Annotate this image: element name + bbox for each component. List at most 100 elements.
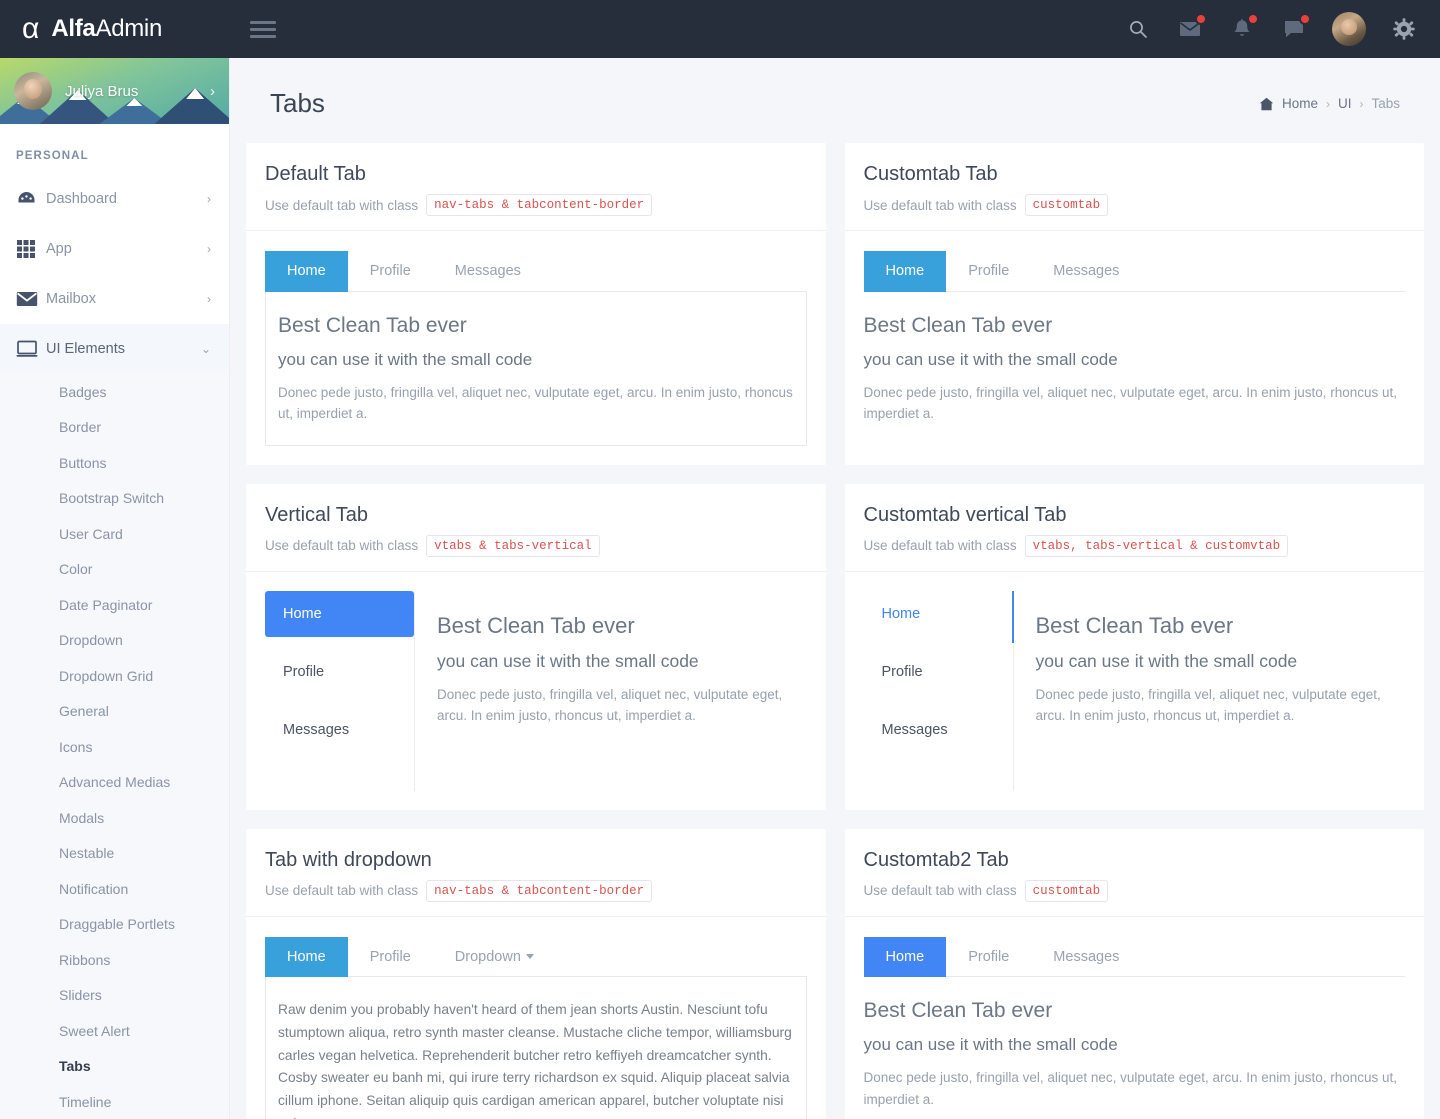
sidebar-subitem-notification[interactable]: Notification [0, 871, 229, 907]
app-root: α AlfaAdmin Juliya Brus › PERSONAL Dashb… [0, 0, 1440, 1119]
tab-dropdown[interactable]: Dropdown [433, 937, 556, 978]
tab-home[interactable]: Home [265, 251, 348, 292]
pane-subheading: you can use it with the small code [863, 1035, 1118, 1055]
tab-list: Home Profile Dropdown [265, 936, 807, 978]
tab-home[interactable]: Home [863, 251, 947, 292]
vtab-home[interactable]: Home [265, 590, 414, 637]
pane-heading: Best Clean Tab ever [278, 313, 467, 337]
sidebar-subitem-modals[interactable]: Modals [0, 800, 229, 836]
tab-pane: Best Clean Tab ever you can use it with … [864, 977, 1406, 1114]
sidebar-subitem-ribbons[interactable]: Ribbons [0, 942, 229, 978]
sidebar-subitem-user-card[interactable]: User Card [0, 516, 229, 552]
class-code-badge: customtab [1024, 194, 1109, 216]
sidebar-toggle-icon[interactable] [250, 0, 276, 58]
vtab-home[interactable]: Home [864, 591, 1013, 637]
page-title: Tabs [270, 88, 325, 118]
breadcrumb-separator: › [1359, 96, 1364, 111]
sidebar: Juliya Brus › PERSONAL Dashboard › App › [0, 58, 230, 1119]
sidebar-subitem-general[interactable]: General [0, 694, 229, 730]
sidebar-subitem-draggable-portlets[interactable]: Draggable Portlets [0, 907, 229, 943]
sidebar-item-label: Dashboard [46, 191, 117, 207]
vertical-tab-container: Home Profile Messages Best Clean Tab eve… [864, 590, 1406, 791]
chevron-right-icon: › [207, 292, 211, 306]
active-tab-indicator [1011, 590, 1014, 643]
tab-list: Home Profile Messages [863, 936, 1405, 978]
vertical-tab-container: Home Profile Messages Best Clean Tab eve… [265, 590, 807, 791]
body-wrapper: Juliya Brus › PERSONAL Dashboard › App › [0, 58, 1440, 1119]
bell-badge [1247, 13, 1259, 25]
tab-home[interactable]: Home [863, 936, 947, 978]
breadcrumb-home[interactable]: Home [1282, 96, 1318, 111]
pane-subheading: you can use it with the small code [863, 349, 1118, 369]
sidebar-subitem-dropdown[interactable]: Dropdown [0, 623, 229, 659]
sidebar-submenu: Badges Border Buttons Bootstrap Switch U… [0, 374, 229, 1119]
tab-home[interactable]: Home [265, 936, 348, 978]
breadcrumb-ui[interactable]: UI [1338, 96, 1352, 111]
vtab-messages[interactable]: Messages [864, 707, 1013, 753]
sidebar-subitem-tabs[interactable]: Tabs [0, 1049, 229, 1085]
pane-paragraph: Donec pede justo, fringilla vel, aliquet… [278, 384, 793, 422]
tab-list: Home Profile Messages [265, 250, 807, 292]
tab-pane: Raw denim you probably haven't heard of … [265, 977, 807, 1119]
sidebar-item-app[interactable]: App › [0, 224, 229, 274]
sidebar-subitem-bootstrap-switch[interactable]: Bootstrap Switch [0, 481, 229, 517]
gear-icon[interactable] [1390, 15, 1418, 43]
tab-messages[interactable]: Messages [433, 251, 543, 292]
sidebar-subitem-timeline[interactable]: Timeline [0, 1084, 229, 1119]
brand-logo[interactable]: α AlfaAdmin [0, 0, 230, 58]
pane-paragraph: Raw denim you probably haven't heard of … [278, 1002, 792, 1119]
envelope-icon[interactable] [1176, 13, 1207, 43]
tab-profile[interactable]: Profile [946, 937, 1031, 978]
search-icon[interactable] [1124, 15, 1152, 43]
sidebar-item-mailbox[interactable]: Mailbox › [0, 274, 229, 324]
card-customtab-vertical: Customtab vertical Tab Use default tab w… [844, 483, 1424, 810]
card-subtitle-text: Use default tab with class [265, 197, 419, 213]
card-subtitle-text: Use default tab with class [265, 883, 419, 899]
sidebar-subitem-badges[interactable]: Badges [0, 374, 229, 410]
tab-messages[interactable]: Messages [1031, 251, 1141, 292]
tab-pane: Best Clean Tab ever you can use it with … [415, 591, 807, 791]
tab-profile[interactable]: Profile [946, 251, 1031, 292]
chevron-right-icon: › [207, 242, 211, 256]
sidebar-subitem-nestable[interactable]: Nestable [0, 836, 229, 872]
sidebar-subitem-border[interactable]: Border [0, 410, 229, 446]
vtab-messages[interactable]: Messages [265, 707, 414, 753]
vtab-profile[interactable]: Profile [864, 649, 1013, 695]
sidebar-profile-banner[interactable]: Juliya Brus › [0, 58, 229, 124]
card-subtitle-text: Use default tab with class [863, 538, 1017, 554]
pane-subheading: you can use it with the small code [437, 650, 699, 671]
cards-grid: Default Tab Use default tab with class n… [230, 143, 1440, 1119]
vtab-profile[interactable]: Profile [265, 649, 414, 695]
card-subtitle-text: Use default tab with class [265, 538, 419, 554]
bell-icon[interactable] [1228, 13, 1259, 43]
card-default-tab: Default Tab Use default tab with class n… [246, 143, 826, 465]
sidebar-subitem-sweet-alert[interactable]: Sweet Alert [0, 1013, 229, 1049]
card-title: Customtab2 Tab [863, 848, 1009, 871]
pane-subheading: you can use it with the small code [1035, 650, 1298, 671]
tab-profile[interactable]: Profile [348, 251, 433, 292]
sidebar-subitem-advanced-medias[interactable]: Advanced Medias [0, 765, 229, 801]
sidebar-item-ui-elements[interactable]: UI Elements ⌄ [0, 324, 229, 374]
sidebar-subitem-dropdown-grid[interactable]: Dropdown Grid [0, 658, 229, 694]
vertical-tab-list: Home Profile Messages [265, 590, 415, 791]
alpha-logo-icon: α [22, 12, 40, 45]
card-header: Tab with dropdown Use default tab with c… [246, 829, 826, 917]
sidebar-subitem-sliders[interactable]: Sliders [0, 978, 229, 1014]
avatar[interactable] [1332, 12, 1366, 46]
sidebar-item-dashboard[interactable]: Dashboard › [0, 174, 229, 224]
sidebar-subitem-date-paginator[interactable]: Date Paginator [0, 587, 229, 623]
mail-icon [16, 291, 46, 308]
pane-heading: Best Clean Tab ever [863, 313, 1053, 337]
tab-dropdown-label: Dropdown [454, 948, 521, 965]
chat-icon[interactable] [1280, 13, 1311, 43]
envelope-badge [1195, 13, 1207, 25]
card-title: Default Tab [265, 163, 366, 185]
card-subtitle-text: Use default tab with class [863, 197, 1017, 213]
sidebar-subitem-color[interactable]: Color [0, 552, 229, 588]
pane-paragraph: Donec pede justo, fringilla vel, aliquet… [863, 1070, 1398, 1107]
tab-pane: Best Clean Tab ever you can use it with … [265, 291, 807, 446]
sidebar-subitem-buttons[interactable]: Buttons [0, 445, 229, 481]
tab-profile[interactable]: Profile [348, 937, 433, 978]
tab-messages[interactable]: Messages [1031, 937, 1141, 978]
sidebar-subitem-icons[interactable]: Icons [0, 729, 229, 765]
